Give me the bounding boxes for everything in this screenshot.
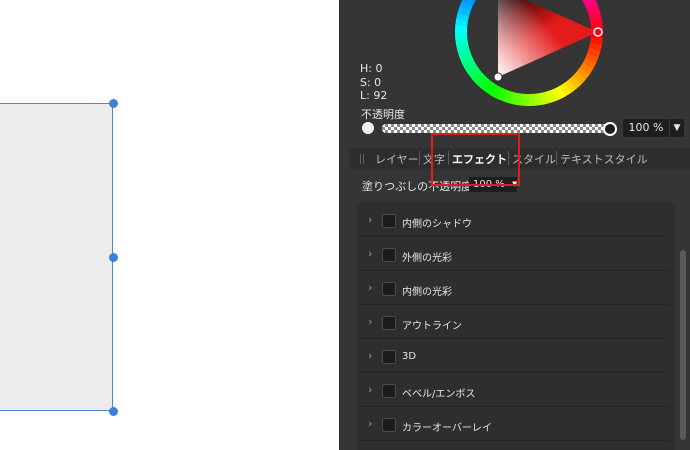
- hue-ring-segment[interactable]: [461, 0, 476, 6]
- selected-rectangle[interactable]: [0, 103, 113, 411]
- outer-glow-checkbox[interactable]: [382, 248, 396, 262]
- hue-ring-segment[interactable]: [509, 91, 519, 105]
- hue-ring-segment[interactable]: [476, 75, 490, 89]
- hue-ring-segment[interactable]: [568, 75, 582, 90]
- effect-label: ベベル/エンボス: [402, 389, 476, 400]
- opacity-input[interactable]: 100 %: [623, 119, 669, 137]
- tab-text-styles[interactable]: テキストスタイル: [560, 151, 648, 167]
- hue-ring-segment[interactable]: [559, 82, 572, 97]
- hue-ring-segment[interactable]: [455, 18, 469, 27]
- opacity-slider-knob[interactable]: [603, 122, 617, 136]
- chevron-down-icon[interactable]: ▼: [670, 119, 684, 137]
- outline-checkbox[interactable]: [382, 316, 396, 330]
- hue-ring-segment[interactable]: [459, 52, 473, 64]
- bevel-emboss-checkbox[interactable]: [382, 384, 396, 398]
- chevron-right-icon[interactable]: ›: [368, 213, 372, 226]
- opacity-slider[interactable]: [382, 124, 610, 133]
- chevron-right-icon[interactable]: ›: [368, 349, 372, 362]
- hue-value: H: 0: [360, 62, 383, 75]
- effect-label: 3D: [402, 351, 417, 362]
- hue-ring-segment[interactable]: [456, 12, 470, 22]
- effect-label: アウトライン: [402, 321, 462, 332]
- selection-handle-middle[interactable]: [109, 253, 118, 262]
- hue-ring-segment[interactable]: [585, 0, 599, 12]
- opacity-label: 不透明度: [361, 108, 405, 121]
- chevron-right-icon[interactable]: ›: [368, 247, 372, 260]
- hue-ring-segment[interactable]: [544, 90, 555, 104]
- app-window: H: 0 S: 0 L: 92 不透明度 100 % ▼ レイヤー 文字 エフェ…: [0, 0, 690, 450]
- hue-ring-segment[interactable]: [457, 5, 471, 17]
- hue-ring-segment[interactable]: [576, 67, 590, 81]
- hue-ring-segment[interactable]: [587, 6, 601, 17]
- hue-ring-segment[interactable]: [461, 57, 476, 69]
- effect-label: カラーオーバーレイ: [402, 423, 492, 434]
- hue-ring-segment[interactable]: [539, 91, 549, 106]
- hue-ring-segment[interactable]: [497, 87, 508, 102]
- tab-divider: [556, 151, 557, 165]
- hue-ring-segment[interactable]: [549, 88, 561, 102]
- annotation-highlight-box: [431, 133, 520, 186]
- inner-glow-checkbox[interactable]: [382, 282, 396, 296]
- hue-ring-segment[interactable]: [588, 12, 603, 22]
- panel-scrollbar[interactable]: [680, 250, 686, 440]
- saturation-value: S: 0: [360, 75, 382, 89]
- effect-label: 内側の光彩: [402, 287, 452, 298]
- color-overlay-checkbox[interactable]: [382, 418, 396, 432]
- inner-shadow-checkbox[interactable]: [382, 214, 396, 228]
- hue-ring-segment[interactable]: [589, 37, 603, 46]
- color-marker[interactable]: [493, 72, 503, 82]
- hue-ring-segment[interactable]: [459, 0, 474, 11]
- chevron-right-icon[interactable]: ›: [368, 383, 372, 396]
- hue-ring-segment[interactable]: [471, 71, 486, 85]
- selection-handle-top[interactable]: [109, 99, 118, 108]
- chevron-right-icon[interactable]: ›: [368, 281, 372, 294]
- hue-ring-segment[interactable]: [582, 58, 597, 70]
- hue-ring-segment[interactable]: [533, 93, 542, 106]
- hue-ring-segment[interactable]: [457, 47, 471, 58]
- current-color-swatch[interactable]: [362, 122, 374, 134]
- hue-ring-segment[interactable]: [485, 82, 499, 97]
- 3d-checkbox[interactable]: [382, 350, 396, 364]
- chevron-right-icon[interactable]: ›: [368, 417, 372, 430]
- drag-grip-icon[interactable]: [360, 154, 364, 164]
- lightness-value: L: 92: [360, 89, 388, 102]
- effect-label: 外側の光彩: [402, 253, 452, 264]
- hue-ring-segment[interactable]: [582, 0, 597, 7]
- hue-ring-segment[interactable]: [455, 42, 470, 52]
- hue-ring-segment[interactable]: [587, 47, 601, 59]
- hue-ring-segment[interactable]: [588, 42, 602, 52]
- hsl-readout: H: 0 S: 0 L: 92: [360, 62, 387, 103]
- tab-layers[interactable]: レイヤー: [375, 151, 419, 167]
- hue-ring-segment[interactable]: [579, 62, 594, 76]
- chevron-right-icon[interactable]: ›: [368, 315, 372, 328]
- hue-ring-segment[interactable]: [464, 62, 479, 75]
- tab-divider: [419, 151, 420, 165]
- hue-ring-segment[interactable]: [563, 79, 577, 94]
- hue-ring-segment[interactable]: [480, 79, 494, 93]
- hue-ring-segment[interactable]: [554, 85, 566, 100]
- hue-ring-segment[interactable]: [515, 92, 524, 106]
- effect-label: 内側のシャドウ: [402, 219, 472, 230]
- selection-handle-bottom[interactable]: [109, 407, 118, 416]
- hue-ring-segment[interactable]: [590, 19, 603, 28]
- hue-ring-segment[interactable]: [467, 66, 482, 80]
- hue-ring-segment[interactable]: [572, 71, 586, 85]
- hue-ring-segment[interactable]: [455, 36, 468, 45]
- hue-ring-segment[interactable]: [584, 53, 599, 64]
- hue-ring-segment[interactable]: [502, 90, 514, 104]
- color-wheel[interactable]: [445, 0, 615, 115]
- hue-ring-segment[interactable]: [491, 85, 503, 100]
- document-canvas[interactable]: [0, 0, 340, 450]
